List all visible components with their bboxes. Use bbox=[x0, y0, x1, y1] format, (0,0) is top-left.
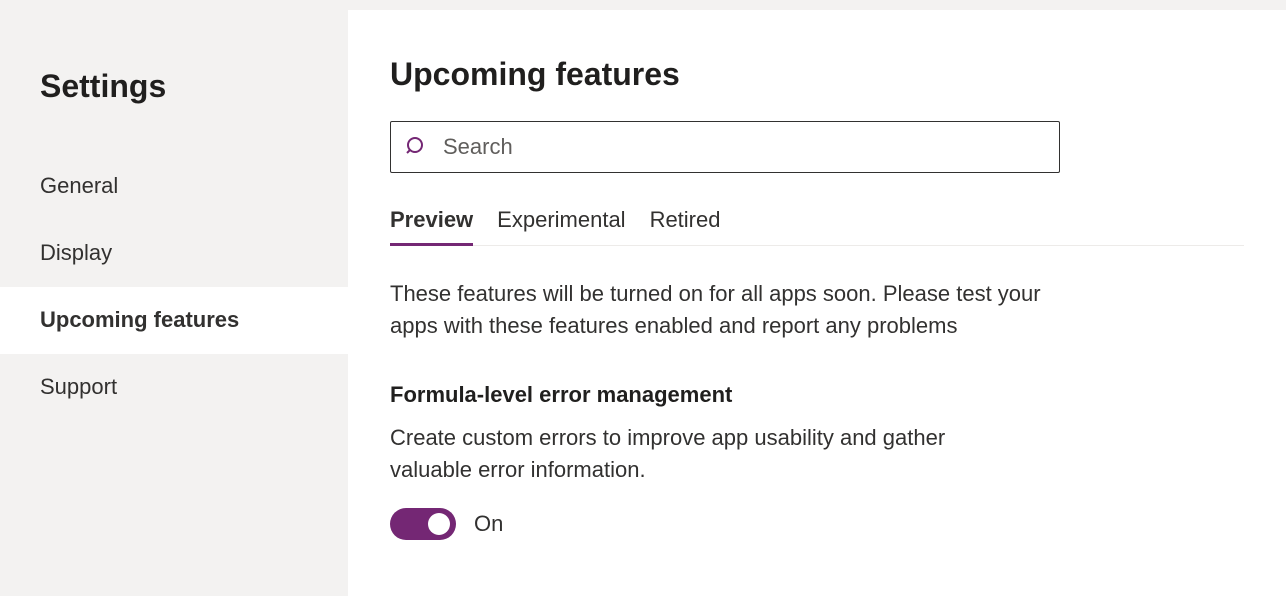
sidebar-item-general[interactable]: General bbox=[0, 153, 348, 220]
feature-toggle-row: On bbox=[390, 508, 1244, 540]
settings-sidebar: Settings General Display Upcoming featur… bbox=[0, 10, 348, 596]
feature-description: Create custom errors to improve app usab… bbox=[390, 422, 1030, 486]
toggle-knob bbox=[428, 513, 450, 535]
tab-experimental[interactable]: Experimental bbox=[497, 207, 625, 245]
tab-preview[interactable]: Preview bbox=[390, 207, 473, 246]
sidebar-item-support[interactable]: Support bbox=[0, 354, 348, 421]
search-field[interactable] bbox=[390, 121, 1060, 173]
tab-description: These features will be turned on for all… bbox=[390, 278, 1050, 342]
search-input[interactable] bbox=[443, 134, 1045, 160]
top-spacer bbox=[0, 0, 1286, 10]
feature-toggle[interactable] bbox=[390, 508, 456, 540]
layout: Settings General Display Upcoming featur… bbox=[0, 10, 1286, 596]
tabs: Preview Experimental Retired bbox=[390, 207, 1244, 246]
page-title: Upcoming features bbox=[390, 56, 1244, 93]
sidebar-item-display[interactable]: Display bbox=[0, 220, 348, 287]
search-icon bbox=[405, 135, 429, 159]
sidebar-title: Settings bbox=[0, 68, 348, 153]
tab-retired[interactable]: Retired bbox=[650, 207, 721, 245]
sidebar-item-upcoming-features[interactable]: Upcoming features bbox=[0, 287, 348, 354]
feature-toggle-label: On bbox=[474, 511, 503, 537]
main-panel: Upcoming features Preview Experimental R… bbox=[348, 10, 1286, 596]
feature-title: Formula-level error management bbox=[390, 382, 1244, 408]
